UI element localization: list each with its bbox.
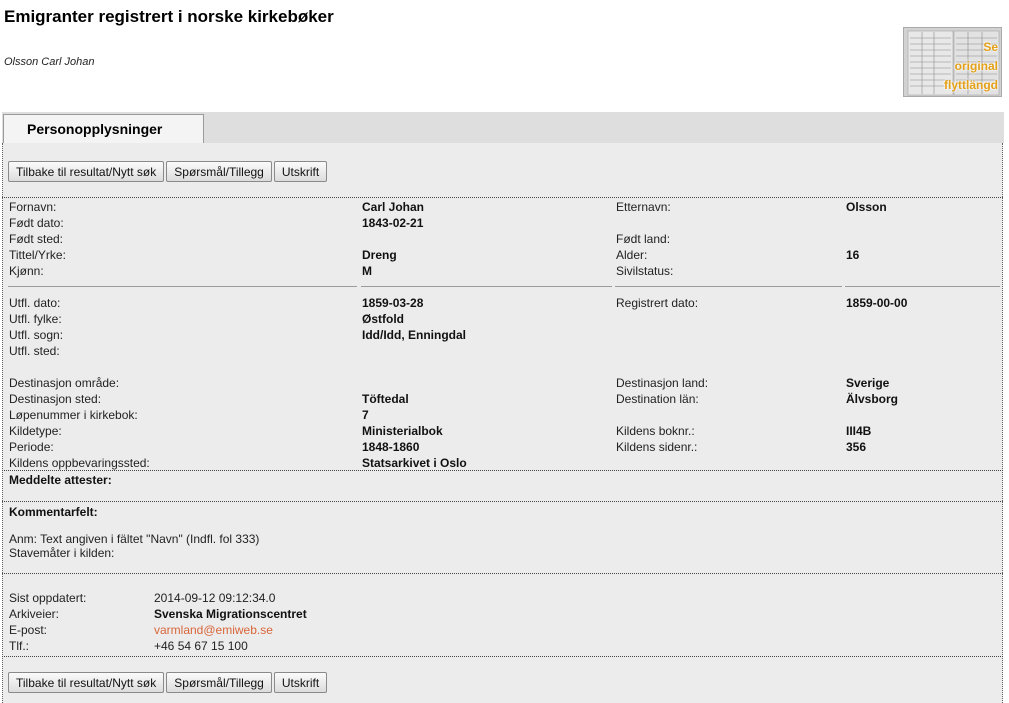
person-name-subtitle: Olsson Carl Johan: [4, 56, 95, 68]
thumbnail-caption-line: flyttlängd: [944, 78, 998, 92]
label-etternavn: Etternavn:: [616, 200, 671, 214]
label-utfl-fylke: Utfl. fylke:: [9, 312, 62, 326]
value-registrert-dato: 1859-00-00: [846, 296, 908, 310]
thumbnail-caption-line: Se: [983, 40, 998, 54]
thumbnail-caption: Se original flyttlängd: [944, 38, 998, 95]
thumbnail-caption-line: original: [954, 59, 998, 73]
label-destinasjon-land: Destinasjon land:: [616, 376, 709, 390]
details-panel: [2, 143, 1003, 703]
label-destination-lan: Destination län:: [616, 392, 699, 406]
value-fornavn: Carl Johan: [362, 200, 425, 214]
label-utfl-sted: Utfl. sted:: [9, 344, 60, 358]
heading-meddelte-attester: Meddelte attester:: [9, 473, 112, 487]
back-to-results-button[interactable]: Tilbake til resultat/Nytt søk: [8, 161, 165, 182]
divider: [2, 573, 1003, 574]
value-etternavn: Olsson: [846, 200, 887, 214]
label-utfl-sogn: Utfl. sogn:: [9, 328, 64, 342]
heading-kommentarfelt: Kommentarfelt:: [9, 505, 98, 519]
label-tittel: Tittel/Yrke:: [9, 248, 66, 262]
label-alder: Alder:: [616, 248, 648, 262]
top-button-row: Tilbake til resultat/Nytt søk Spørsmål/Ti…: [8, 161, 329, 182]
value-lopenummer: 7: [362, 408, 369, 422]
back-to-results-button[interactable]: Tilbake til resultat/Nytt søk: [8, 672, 165, 693]
column-rule: [615, 286, 842, 287]
column-rule: [361, 286, 612, 287]
question-addition-button[interactable]: Spørsmål/Tillegg: [166, 672, 272, 693]
label-sist-oppdatert: Sist oppdatert:: [9, 591, 87, 605]
label-tlf: Tlf.:: [9, 639, 29, 653]
label-fornavn: Fornavn:: [9, 200, 57, 214]
value-sist-oppdatert: 2014-09-12 09:12:34.0: [154, 591, 276, 605]
label-kjonn: Kjønn:: [9, 264, 44, 278]
value-kildens-boknr: III4B: [846, 424, 872, 438]
label-utfl-dato: Utfl. dato:: [9, 296, 61, 310]
value-destinasjon-sted: Töftedal: [362, 392, 409, 406]
bottom-button-row: Tilbake til resultat/Nytt søk Spørsmål/Ti…: [8, 672, 329, 693]
column-rule: [845, 286, 1000, 287]
original-record-thumbnail[interactable]: Se original flyttlängd: [903, 27, 1002, 97]
value-kjonn: M: [362, 264, 372, 278]
label-lopenummer: Løpenummer i kirkebok:: [9, 408, 138, 422]
label-oppbevaringssted: Kildens oppbevaringssted:: [9, 456, 150, 470]
question-addition-button[interactable]: Spørsmål/Tillegg: [166, 161, 272, 182]
label-kildetype: Kildetype:: [9, 424, 62, 438]
value-kildens-sidenr: 356: [846, 440, 867, 454]
value-periode: 1848-1860: [362, 440, 420, 454]
divider: [2, 501, 1003, 502]
value-arkiveier: Svenska Migrationscentret: [154, 607, 307, 621]
tab-bar: Personopplysninger: [2, 112, 1004, 144]
label-periode: Periode:: [9, 440, 54, 454]
value-destination-lan: Älvsborg: [846, 392, 899, 406]
divider: [2, 656, 1003, 657]
tab-personopplysninger[interactable]: Personopplysninger: [3, 114, 204, 144]
label-kildens-sidenr: Kildens sidenr.:: [616, 440, 698, 454]
value-utfl-sogn: Idd/Idd, Enningdal: [362, 328, 466, 342]
label-sivilstatus: Sivilstatus:: [616, 264, 674, 278]
label-fodt-land: Født land:: [616, 232, 671, 246]
value-alder: 16: [846, 248, 860, 262]
value-oppbevaringssted: Statsarkivet i Oslo: [362, 456, 467, 470]
label-kildens-boknr: Kildens boknr.:: [616, 424, 695, 438]
label-epost: E-post:: [9, 623, 48, 637]
value-utfl-dato: 1859-03-28: [362, 296, 424, 310]
label-fodt-dato: Født dato:: [9, 216, 64, 230]
value-fodt-dato: 1843-02-21: [362, 216, 424, 230]
column-rule: [8, 286, 357, 287]
label-destinasjon-sted: Destinasjon sted:: [9, 392, 102, 406]
page-title: Emigranter registrert i norske kirkebøke…: [4, 7, 334, 26]
label-arkiveier: Arkiveier:: [9, 607, 60, 621]
label-fodt-sted: Født sted:: [9, 232, 64, 246]
divider: [2, 470, 1003, 471]
label-destinasjon-omrade: Destinasjon område:: [9, 376, 120, 390]
value-utfl-fylke: Østfold: [362, 312, 404, 326]
divider: [2, 197, 1003, 198]
value-tlf: +46 54 67 15 100: [154, 639, 248, 653]
print-button[interactable]: Utskrift: [273, 161, 328, 182]
value-kildetype: Ministerialbok: [362, 424, 443, 438]
print-button[interactable]: Utskrift: [273, 672, 328, 693]
value-destinasjon-land: Sverige: [846, 376, 890, 390]
value-tittel: Dreng: [362, 248, 397, 262]
email-link[interactable]: varmland@emiweb.se: [154, 623, 273, 637]
label-registrert-dato: Registrert dato:: [616, 296, 699, 310]
comment-anm: Anm: Text angiven i fältet "Navn" (Indfl…: [9, 532, 260, 546]
comment-stavemater: Stavemåter i kilden:: [9, 546, 115, 560]
